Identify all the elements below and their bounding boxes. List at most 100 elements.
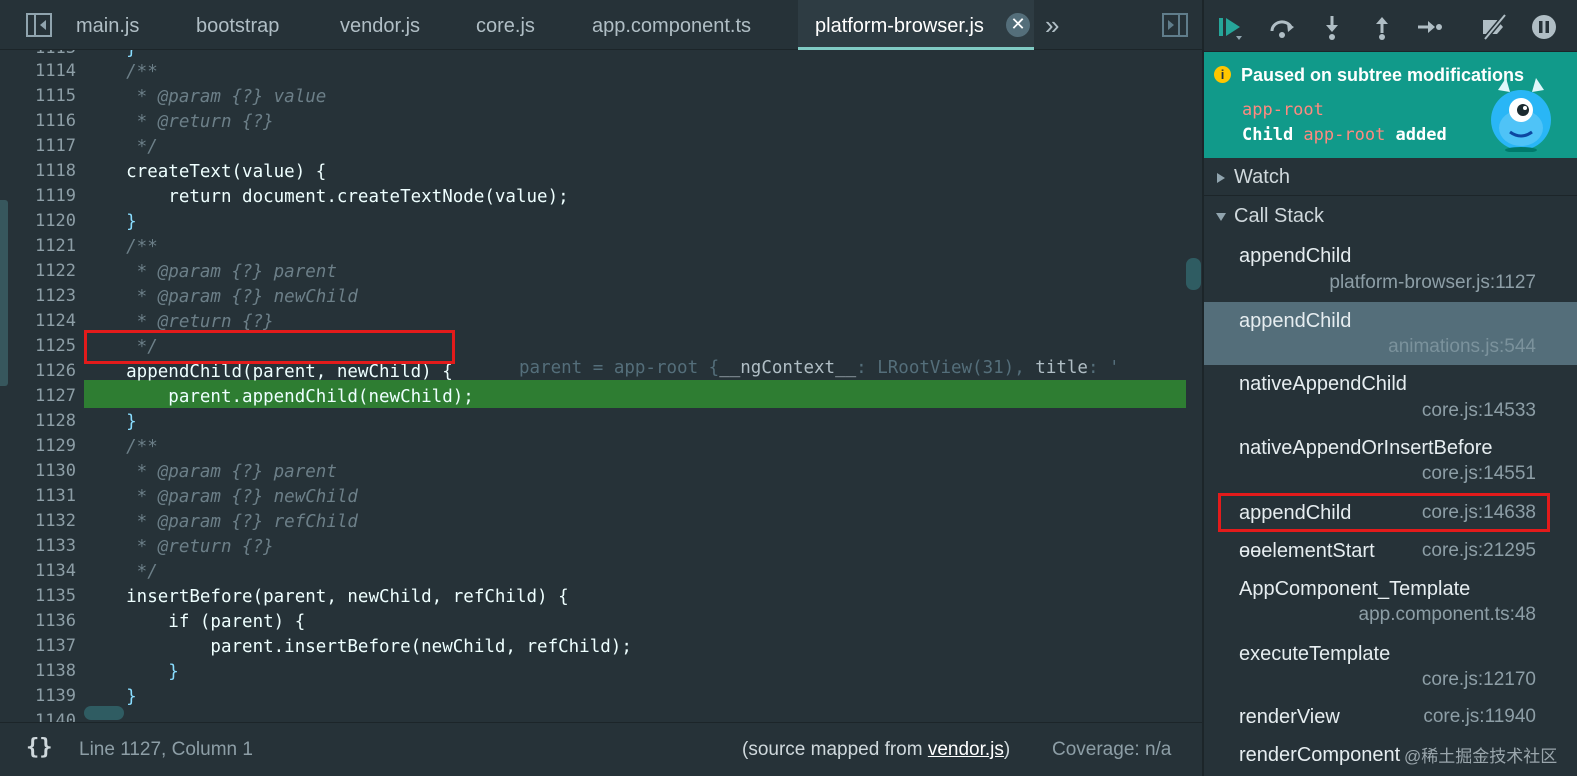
line-number[interactable]: 1125 [0, 336, 76, 356]
deactivate-breakpoints-icon[interactable] [1480, 13, 1508, 41]
line-number[interactable]: 1139 [0, 686, 76, 706]
step-over-icon[interactable] [1268, 13, 1296, 41]
line-number[interactable]: 1121 [0, 236, 76, 256]
code-line[interactable]: } [84, 410, 137, 435]
line-number[interactable]: 1119 [0, 186, 76, 206]
code-line-paused[interactable]: parent.appendChild(newChild); [84, 385, 474, 410]
line-number-paused[interactable]: 1127 [0, 386, 76, 406]
frame-location: core.js:11940 [1423, 706, 1536, 727]
code-line[interactable]: insertBefore(parent, newChild, refChild)… [84, 585, 569, 610]
toggle-navigator-icon[interactable] [26, 13, 52, 37]
step-into-icon[interactable] [1318, 13, 1346, 41]
vertical-scrollbar[interactable] [1186, 258, 1201, 290]
tab-core-js[interactable]: core.js [476, 0, 535, 50]
code-line[interactable]: * @param {?} newChild [84, 285, 358, 310]
code-line[interactable]: * @param {?} value [84, 85, 327, 110]
line-number[interactable]: 1136 [0, 611, 76, 631]
line-number[interactable]: 1117 [0, 136, 76, 156]
line-number[interactable]: 1126 [0, 361, 76, 381]
code-line[interactable]: */ [84, 560, 158, 585]
line-number[interactable]: 1134 [0, 561, 76, 581]
status-bar: {} Line 1127, Column 1 (source mapped fr… [0, 722, 1203, 776]
inline-variable-value[interactable]: parent = app-root {__ngContext__: LRootV… [519, 358, 1120, 378]
line-number[interactable]: 1118 [0, 161, 76, 181]
code-line[interactable]: createText(value) { [84, 160, 326, 185]
cursor-position: Line 1127, Column 1 [79, 739, 253, 760]
code-line[interactable]: /** [84, 60, 158, 85]
more-tabs-icon[interactable]: » [1045, 0, 1059, 50]
horizontal-scrollbar[interactable] [84, 706, 124, 720]
line-number[interactable]: 1130 [0, 461, 76, 481]
code-line[interactable]: * @param {?} parent [84, 260, 337, 285]
line-number[interactable]: 1137 [0, 636, 76, 656]
expand-arrow-icon [1217, 173, 1225, 183]
call-frame[interactable]: nativeAppendOrInsertBefore core.js:14551 [1204, 429, 1577, 493]
line-number[interactable]: 1113 [0, 50, 76, 58]
line-number-gutter[interactable]: 1113 1114 1115 1116 1117 1118 1119 1120 … [0, 50, 84, 722]
frame-function: nativeAppendOrInsertBefore [1239, 437, 1493, 459]
line-number[interactable]: 1122 [0, 261, 76, 281]
line-number[interactable]: 1129 [0, 436, 76, 456]
code-line[interactable]: * @param {?} parent [84, 460, 337, 485]
code-line[interactable]: } [84, 660, 179, 685]
line-number[interactable]: 1116 [0, 111, 76, 131]
close-tab-icon[interactable]: ✕ [1006, 13, 1030, 37]
tab-vendor-js[interactable]: vendor.js [340, 0, 420, 50]
frame-function: nativeAppendChild [1239, 373, 1407, 395]
frame-location: animations.js:544 [1388, 336, 1536, 357]
code-line[interactable]: parent.insertBefore(newChild, refChild); [84, 635, 631, 660]
line-number[interactable]: 1140 [0, 711, 76, 722]
line-number[interactable]: 1138 [0, 661, 76, 681]
line-number[interactable]: 1115 [0, 86, 76, 106]
tab-main-js[interactable]: main.js [76, 0, 139, 50]
resume-icon[interactable] [1216, 13, 1244, 41]
line-number[interactable]: 1120 [0, 211, 76, 231]
call-frame[interactable]: ɵɵelementStart core.js:21295 [1204, 532, 1577, 570]
step-out-icon[interactable] [1368, 13, 1396, 41]
line-number[interactable]: 1124 [0, 311, 76, 331]
frame-location: app.component.ts:48 [1358, 604, 1536, 625]
pause-on-exceptions-icon[interactable] [1530, 13, 1558, 41]
paused-node[interactable]: app-root [1242, 100, 1324, 120]
call-frame[interactable]: nativeAppendChild core.js:14533 [1204, 365, 1577, 429]
pretty-print-button[interactable]: {} [26, 735, 53, 760]
call-frame[interactable]: appendChild platform-browser.js:1127 [1204, 237, 1577, 302]
code-line[interactable]: * @return {?} [84, 110, 274, 135]
source-mapped-prefix: (source mapped from [742, 739, 928, 760]
tab-bootstrap[interactable]: bootstrap [196, 0, 279, 50]
watch-section-header[interactable]: Watch [1204, 158, 1577, 196]
line-number[interactable]: 1128 [0, 411, 76, 431]
line-number[interactable]: 1131 [0, 486, 76, 506]
step-icon[interactable] [1416, 13, 1444, 41]
line-number[interactable]: 1123 [0, 286, 76, 306]
inline-value-suffix: : ' [1087, 358, 1120, 378]
line-number[interactable]: 1132 [0, 511, 76, 531]
code-line[interactable]: } [84, 210, 137, 235]
code-line[interactable]: * @param {?} newChild [84, 485, 358, 510]
code-line[interactable]: /** [84, 235, 158, 260]
code-line[interactable]: if (parent) { [84, 610, 305, 635]
toggle-debugger-icon[interactable] [1162, 13, 1188, 37]
code-line[interactable]: return document.createTextNode(value); [84, 185, 568, 210]
call-frame-selected[interactable]: appendChild animations.js:544 [1204, 302, 1577, 365]
frame-location: core.js:14551 [1421, 463, 1536, 484]
watch-label: Watch [1234, 166, 1290, 188]
paused-line-highlight-box [84, 330, 455, 364]
call-frame[interactable]: renderView core.js:11940 [1204, 698, 1577, 736]
code-editor[interactable]: } /** * @param {?} value * @return {?} *… [84, 50, 1186, 722]
code-line[interactable]: /** [84, 435, 158, 460]
source-mapped-link[interactable]: vendor.js [928, 739, 1004, 760]
paused-detail-suffix: added [1385, 125, 1447, 145]
paused-detail-node[interactable]: app-root [1303, 125, 1385, 145]
code-line[interactable]: */ [84, 135, 158, 160]
line-number[interactable]: 1135 [0, 586, 76, 606]
tab-app-component-ts[interactable]: app.component.ts [592, 0, 751, 50]
code-line[interactable]: * @return {?} [84, 535, 274, 560]
line-number[interactable]: 1133 [0, 536, 76, 556]
line-number[interactable]: 1114 [0, 61, 76, 81]
tab-platform-browser-js[interactable]: platform-browser.js ✕ [798, 0, 1034, 50]
call-stack-section-header[interactable]: Call Stack [1204, 197, 1577, 235]
call-frame[interactable]: executeTemplate core.js:12170 [1204, 634, 1577, 698]
code-line[interactable]: * @param {?} refChild [84, 510, 358, 535]
call-frame[interactable]: AppComponent_Template app.component.ts:4… [1204, 570, 1577, 634]
